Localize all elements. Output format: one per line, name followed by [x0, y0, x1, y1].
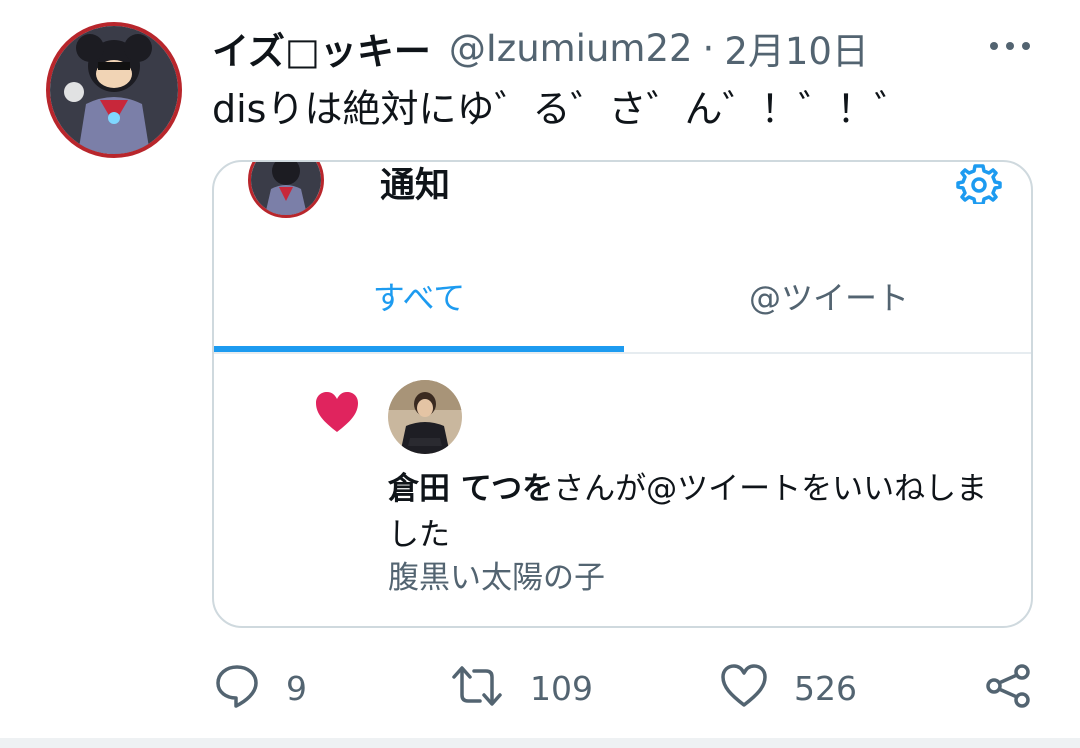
tab-mentions: @ツイート: [748, 279, 909, 317]
avatar[interactable]: [46, 22, 182, 158]
share-button[interactable]: [984, 660, 1032, 716]
reply-button[interactable]: 9: [214, 660, 307, 716]
notification-text: 倉田 てつをさんが@ツイートをいいねしました: [388, 466, 1018, 558]
gear-icon: [954, 162, 1004, 206]
heart-icon: [314, 390, 360, 434]
tweet-text: disりは絶対にゆ゛る゛さ゛ん゛！゛！゛: [212, 87, 913, 131]
display-name[interactable]: イズ□ッキー: [212, 21, 431, 75]
like-count: 526: [794, 668, 857, 708]
tweet-time[interactable]: 2月10日: [724, 21, 869, 75]
retweet-icon: [450, 663, 504, 713]
user-handle[interactable]: @Izumium22: [449, 27, 693, 70]
reply-count: 9: [286, 668, 307, 708]
notification-user-name: 倉田 てつを: [388, 471, 554, 507]
like-button[interactable]: 526: [720, 660, 857, 716]
tab-divider: [214, 352, 1031, 354]
tab-all: すべて: [372, 279, 466, 317]
notification-tweet-text: 腹黒い太陽の子: [388, 560, 605, 596]
more-icon[interactable]: [986, 32, 1034, 60]
notification-user-avatar: [388, 380, 462, 454]
media-card[interactable]: 通知 すべて @ツイート 倉田 てつをさんが@ツイートをいいねしました 腹黒い太…: [212, 160, 1033, 628]
action-bar: 9 109 526: [0, 660, 1080, 716]
like-icon: [720, 663, 768, 713]
reply-icon: [214, 663, 260, 713]
tweet-header: イズ□ッキー @Izumium22 · 2月10日: [212, 21, 869, 75]
retweet-count: 109: [530, 668, 593, 708]
card-avatar: [248, 162, 324, 218]
tweet[interactable]: イズ□ッキー @Izumium22 · 2月10日 disりは絶対にゆ゛る゛さ゛…: [0, 0, 1080, 748]
card-title: 通知: [380, 166, 451, 206]
bottom-divider: [0, 738, 1080, 748]
retweet-button[interactable]: 109: [450, 660, 593, 716]
separator-dot: ·: [702, 26, 715, 70]
share-icon: [984, 663, 1032, 713]
